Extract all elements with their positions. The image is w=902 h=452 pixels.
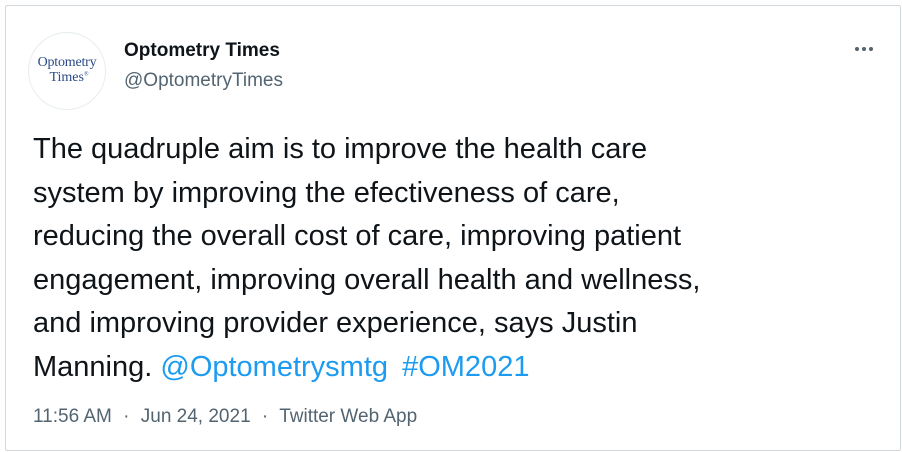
author-handle[interactable]: @OptometryTimes (124, 70, 283, 92)
mention-link[interactable]: @Optometrysmtg (160, 351, 388, 383)
tweet-text-line: The quadruple aim is to improve the heal… (33, 133, 648, 165)
tweet-text-line: engagement, improving overall health and… (33, 263, 701, 296)
author-display-name[interactable]: Optometry Times (124, 40, 280, 62)
tweet-text: The quadruple aim is to improve the heal… (33, 128, 883, 389)
tweet-text-line: reducing the overall cost of care, impro… (33, 220, 682, 252)
tweet-metadata: 11:56 AM · Jun 24, 2021 · Twitter Web Ap… (33, 406, 417, 428)
tweet-text-line: system by improving the efectiveness of … (33, 176, 620, 209)
hashtag-link[interactable]: #OM2021 (402, 351, 529, 383)
tweet-timestamp[interactable]: 11:56 AM (33, 406, 112, 427)
avatar-text-line1: Optometry (37, 55, 97, 71)
more-options-button[interactable] (844, 34, 884, 64)
tweet-text-line: Manning. (33, 350, 153, 383)
meta-separator: · (123, 406, 130, 427)
tweet-date[interactable]: Jun 24, 2021 (141, 406, 251, 427)
more-horizontal-icon (854, 47, 875, 51)
author-avatar[interactable]: Optometry Times® (28, 32, 106, 110)
meta-separator: · (261, 406, 269, 427)
tweet-text-line: and improving provider experience, says … (33, 307, 638, 339)
tweet-source[interactable]: Twitter Web App (279, 406, 417, 427)
tweet-card: Optometry Times® Optometry Times @Optome… (5, 5, 901, 451)
avatar-text-line2: Times® (49, 70, 89, 85)
